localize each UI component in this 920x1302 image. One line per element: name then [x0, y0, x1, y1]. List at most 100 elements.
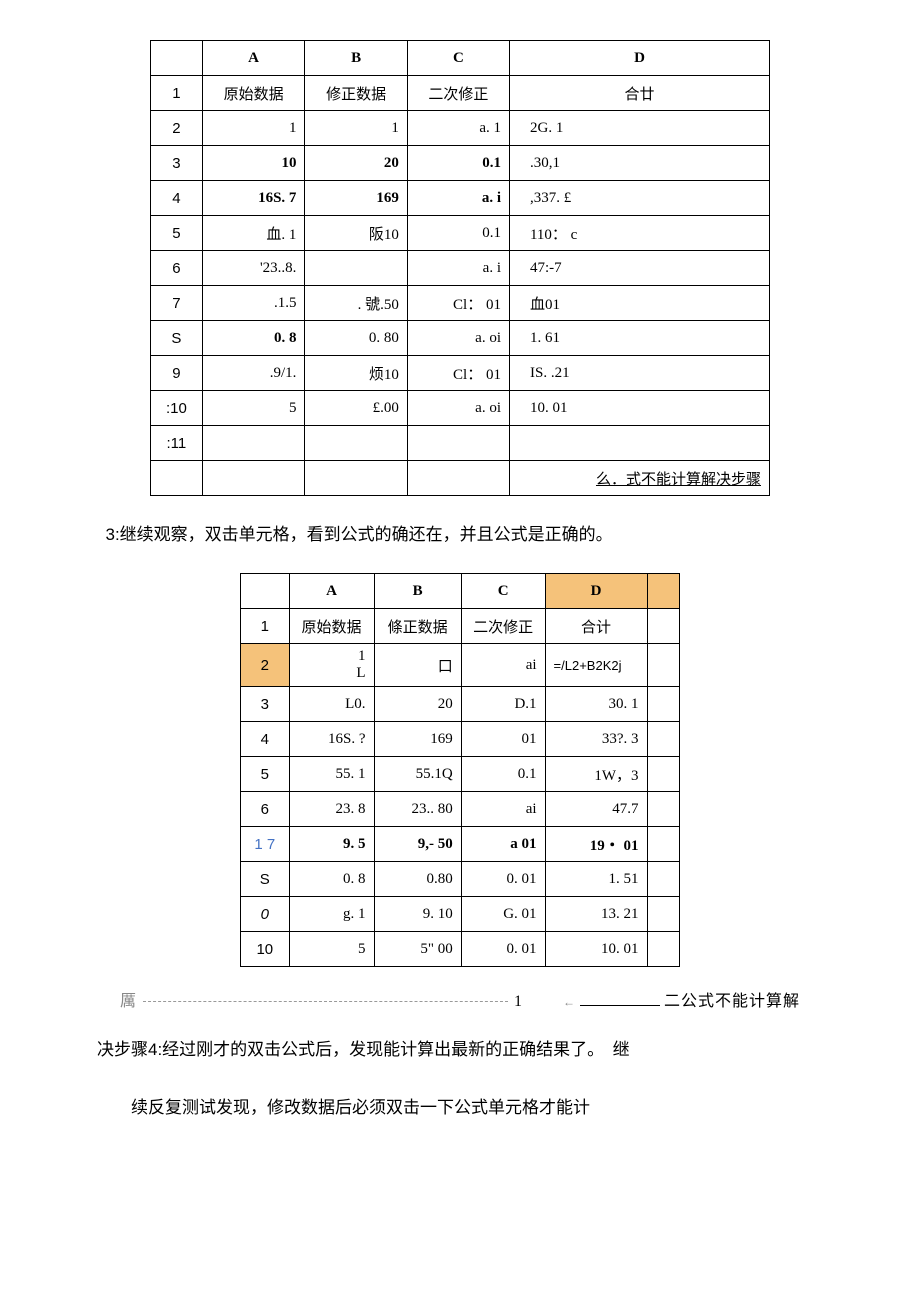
cell: . 號.50 [305, 286, 407, 321]
cell: 血01 [509, 286, 769, 321]
cell: 5" 00 [374, 932, 461, 967]
cell: 10. 01 [509, 391, 769, 426]
extra-cell [647, 827, 679, 862]
table-row: 1055" 000. 0110. 01 [241, 932, 680, 967]
row-number: 0 [241, 897, 290, 932]
cell: ai [461, 644, 545, 687]
cell: 1 [202, 111, 305, 146]
paragraph-3: 续反复测试发现，修改数据后必须双击一下公式单元格才能计 [80, 1089, 840, 1126]
table-row: 1 79. 59,- 50a 0119・ 01 [241, 827, 680, 862]
cell: a. i [407, 251, 509, 286]
cell: 條正数据 [374, 609, 461, 644]
extra-cell [647, 862, 679, 897]
cell: 20 [305, 146, 407, 181]
extra-cell [647, 722, 679, 757]
table-row: 7.1.5. 號.50Cl： 01血01 [151, 286, 770, 321]
cell: 阪10 [305, 216, 407, 251]
table-row: 1原始数据修正数据二次修正合廿 [151, 76, 770, 111]
cell: 0. 8 [202, 321, 305, 356]
cell: 5 [202, 391, 305, 426]
cell: G. 01 [461, 897, 545, 932]
cell: a 01 [461, 827, 545, 862]
col-header-row-2: A B C D [241, 574, 680, 609]
cell: 0.1 [407, 216, 509, 251]
cell: 10. 01 [545, 932, 647, 967]
table-row: 9.9/1.烦10Cl： 01IS. .21 [151, 356, 770, 391]
table-row: S0. 80.800. 011. 51 [241, 862, 680, 897]
cell: Cl： 01 [407, 286, 509, 321]
cell: 0. 80 [305, 321, 407, 356]
cell: 二次修正 [461, 609, 545, 644]
table-row: :11 [151, 426, 770, 461]
row-number: 9 [151, 356, 203, 391]
cell: 1 [305, 111, 407, 146]
cell: 30. 1 [545, 687, 647, 722]
cell: 169 [374, 722, 461, 757]
row-number: 3 [151, 146, 203, 181]
cell: 合计 [545, 609, 647, 644]
cell: L0. [289, 687, 374, 722]
colhead2-D: D [545, 574, 647, 609]
extra-cell [647, 792, 679, 827]
cell: 0. 01 [461, 862, 545, 897]
cell: 1W，3 [545, 757, 647, 792]
cell: IS. .21 [509, 356, 769, 391]
extra-cell [647, 897, 679, 932]
cell: ai [461, 792, 545, 827]
table-row: 5血. 1阪100.1110： c [151, 216, 770, 251]
row-number: 1 [151, 76, 203, 111]
table-row: S0. 80. 80a. oi1. 61 [151, 321, 770, 356]
cell: 16S. ? [289, 722, 374, 757]
row-number: 7 [151, 286, 203, 321]
table-row: :105£.00a. oi10. 01 [151, 391, 770, 426]
cell: .9/1. [202, 356, 305, 391]
cell: 0.1 [461, 757, 545, 792]
colhead-D: D [509, 41, 769, 76]
table1-footer-row: 么．式不能计算解决步骤 [151, 461, 770, 496]
table-row: 3L0.20D.130. 1 [241, 687, 680, 722]
cell: a. i [407, 181, 509, 216]
cell: 16S. 7 [202, 181, 305, 216]
cell: a. oi [407, 321, 509, 356]
cell: £.00 [305, 391, 407, 426]
table-row: 623. 823.. 80ai47.7 [241, 792, 680, 827]
line2-left: 厲 [120, 987, 137, 1011]
cell: 0.80 [374, 862, 461, 897]
extra-cell [647, 609, 679, 644]
row-number: 4 [241, 722, 290, 757]
table-row: 6'23..8.a. i47:-7 [151, 251, 770, 286]
row-number: S [151, 321, 203, 356]
cell: 110： c [509, 216, 769, 251]
table-1: A B C D 1原始数据修正数据二次修正合廿211a. 12G. 131020… [150, 40, 770, 496]
dash-1 [143, 1001, 508, 1002]
cell: 47.7 [545, 792, 647, 827]
cell: 修正数据 [305, 76, 407, 111]
cell: 33?. 3 [545, 722, 647, 757]
table-row: 211a. 12G. 1 [151, 111, 770, 146]
paragraph-1: 3:继续观察，双击单元格，看到公式的确还在，并且公式是正确的。 [80, 516, 840, 553]
cell [202, 426, 305, 461]
cell: 9. 10 [374, 897, 461, 932]
cell: 19・ 01 [545, 827, 647, 862]
table-row: 310200.1.30,1 [151, 146, 770, 181]
row-number: S [241, 862, 290, 897]
colhead2-A: A [289, 574, 374, 609]
extra-cell [647, 687, 679, 722]
table-row: 555. 155.1Q0.11W，3 [241, 757, 680, 792]
extra-cell [647, 757, 679, 792]
extra-cell [647, 932, 679, 967]
row-number: :11 [151, 426, 203, 461]
cell: ,337. £ [509, 181, 769, 216]
cell [305, 251, 407, 286]
cell [305, 426, 407, 461]
cell: 55.1Q [374, 757, 461, 792]
cell: 口 [374, 644, 461, 687]
cell: 0.1 [407, 146, 509, 181]
colhead-C: C [407, 41, 509, 76]
colhead2-extra [647, 574, 679, 609]
extra-cell [647, 644, 679, 687]
row-number: 1 7 [241, 827, 290, 862]
cell: 0. 01 [461, 932, 545, 967]
cell: 01 [461, 722, 545, 757]
cell: 9. 5 [289, 827, 374, 862]
